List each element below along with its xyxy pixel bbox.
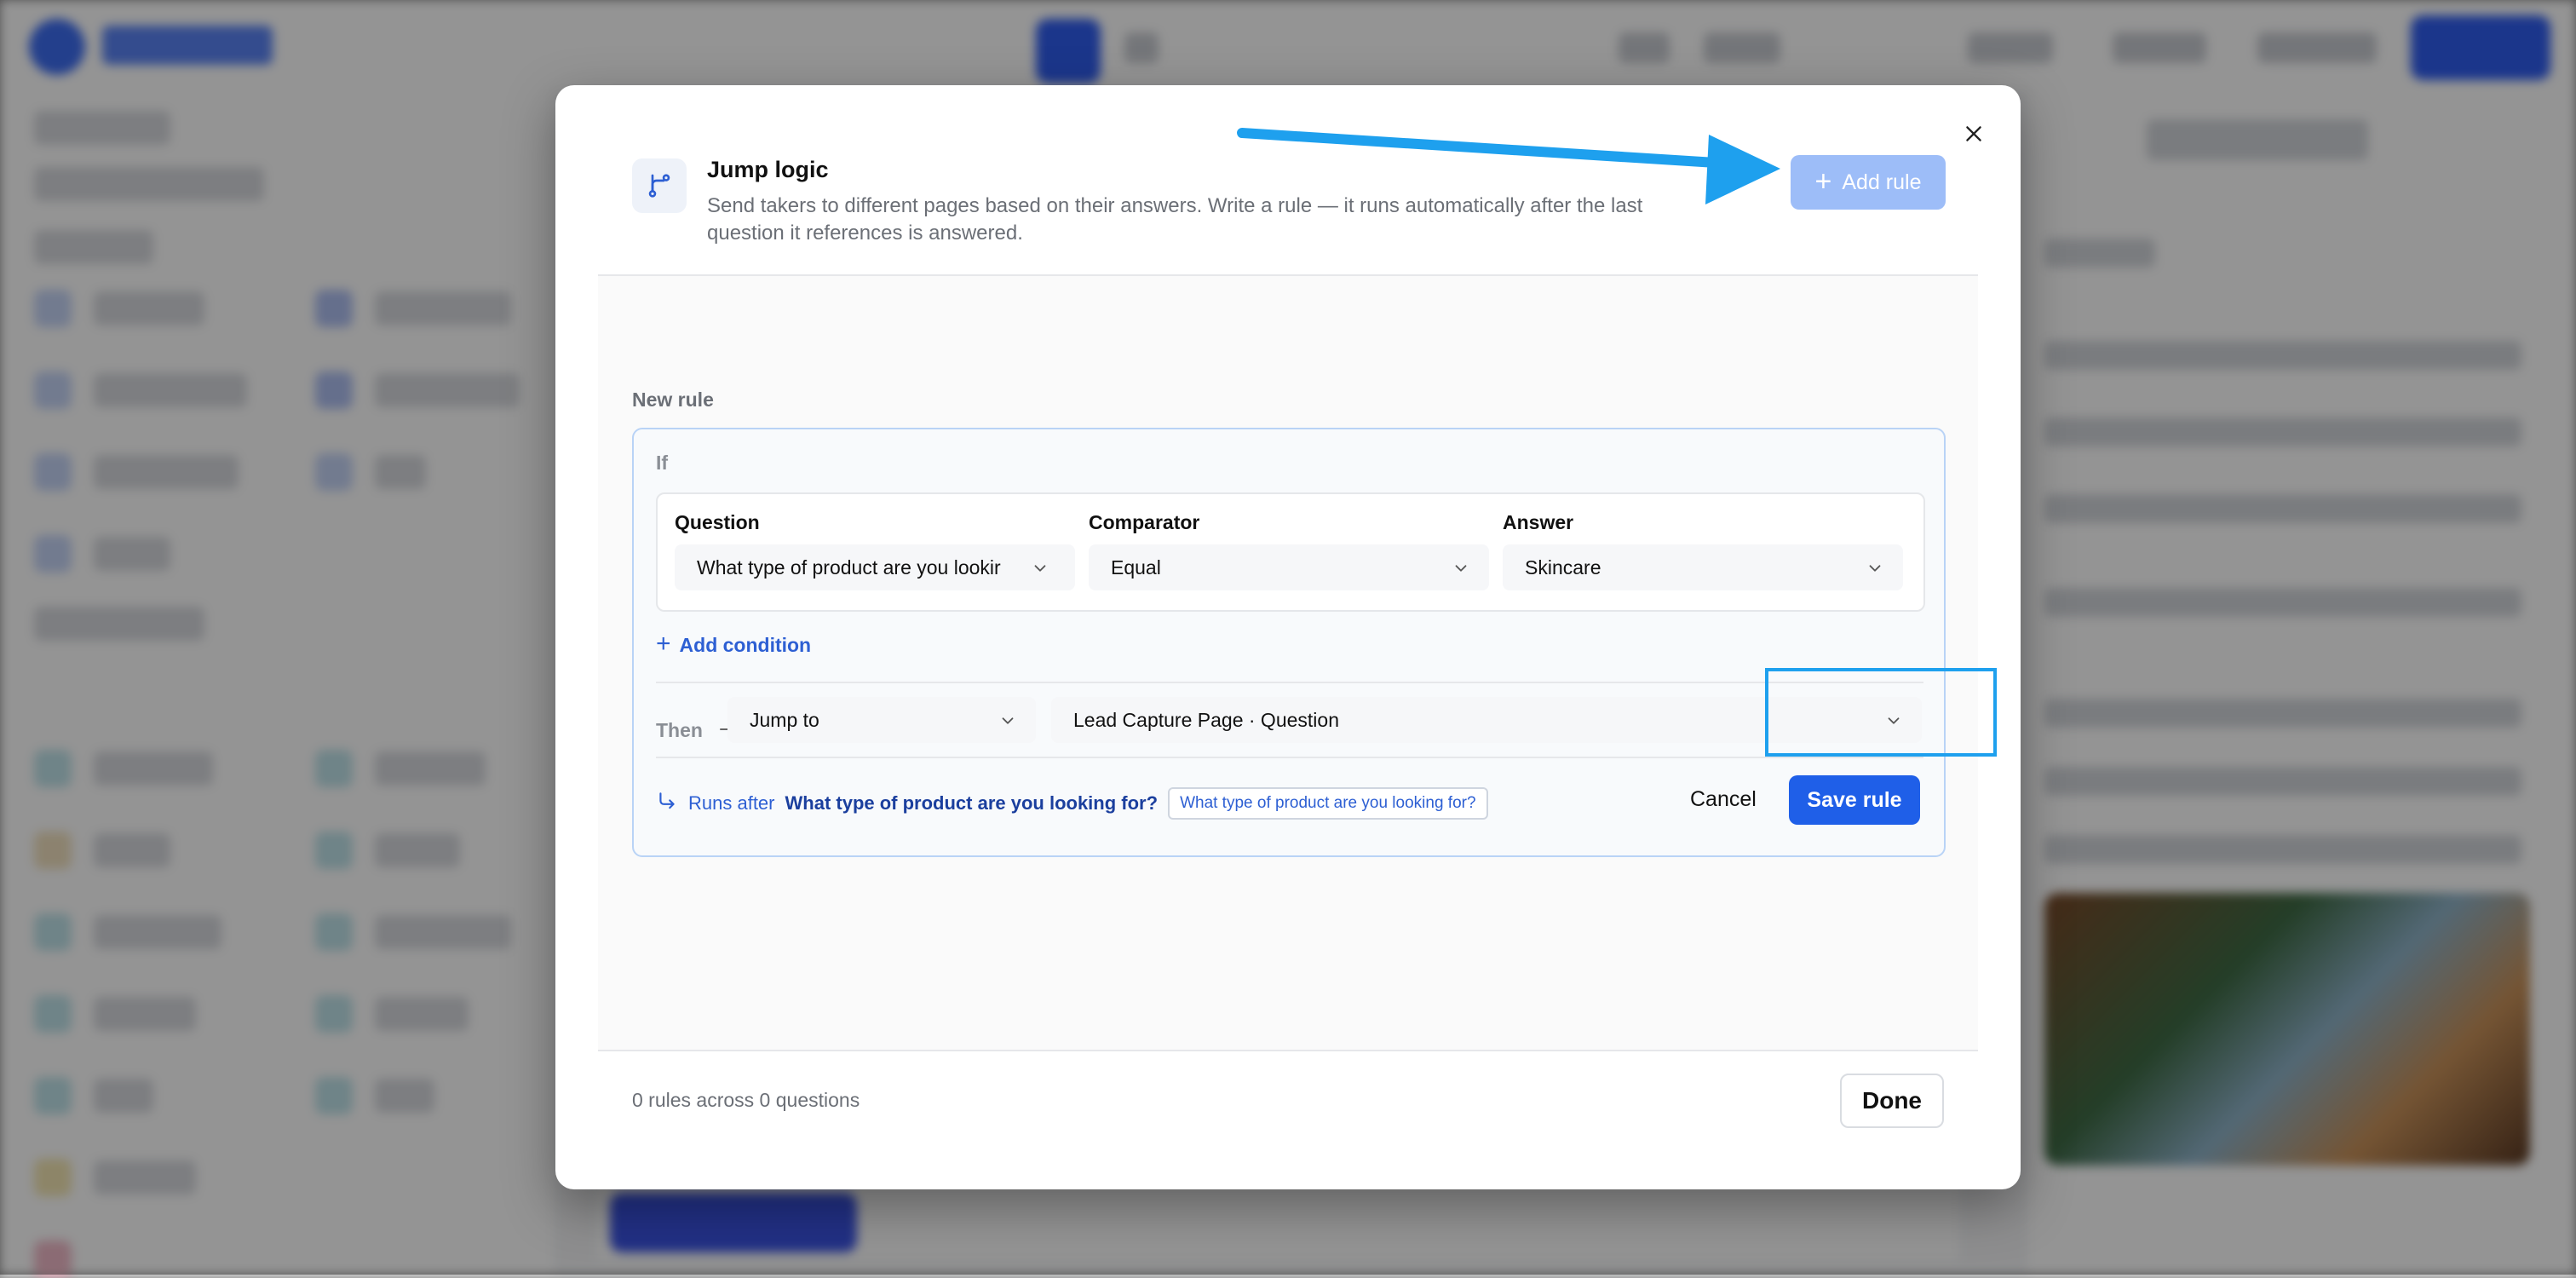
annotation-arrow-shaft: [1237, 128, 1734, 169]
annotation-arrow: [1237, 128, 1780, 204]
annotation-arrow-head: [1705, 135, 1780, 204]
